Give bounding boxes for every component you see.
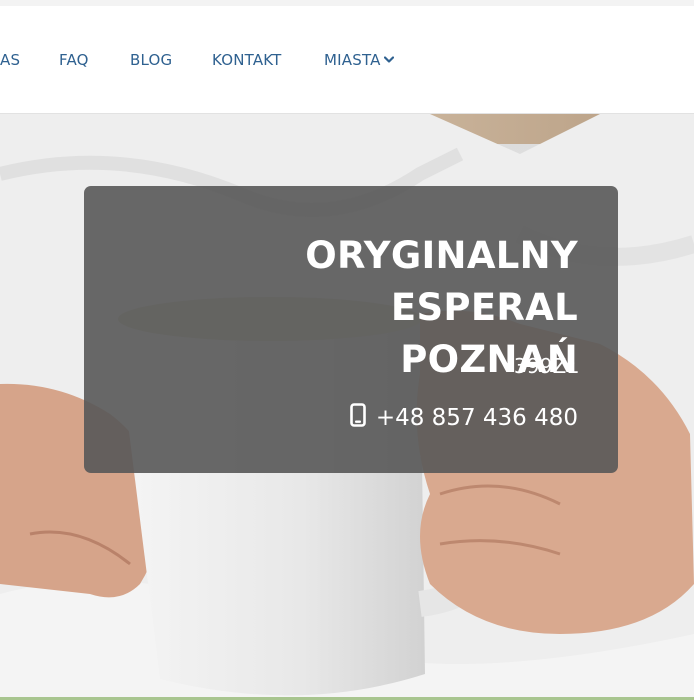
nav-item-kontakt[interactable]: KONTAKT xyxy=(212,51,282,69)
hero-title: ORYGINALNY ESPERAL POZNAŃ xyxy=(108,230,578,386)
mobile-phone-icon xyxy=(350,403,366,433)
chevron-down-icon xyxy=(383,50,394,68)
hero-info-card: ORYGINALNY ESPERAL POZNAŃ 399ZŁ +48 857 … xyxy=(84,186,618,473)
hero-title-line1: ORYGINALNY ESPERAL xyxy=(305,234,578,329)
nav-item-as[interactable]: AS xyxy=(0,51,20,69)
nav-item-miasta-label: MIASTA xyxy=(324,51,381,69)
hero-title-line2: POZNAŃ xyxy=(400,338,578,381)
hero-phone-number: +48 857 436 480 xyxy=(375,405,578,431)
nav-item-faq[interactable]: FAQ xyxy=(59,51,89,69)
hero-price: 399ZŁ xyxy=(513,354,578,378)
nav-item-blog[interactable]: BLOG xyxy=(130,51,172,69)
hero-phone-link[interactable]: +48 857 436 480 xyxy=(350,403,578,433)
main-navbar: AS FAQ BLOG KONTAKT MIASTA xyxy=(0,6,694,114)
nav-item-miasta[interactable]: MIASTA xyxy=(324,51,394,69)
